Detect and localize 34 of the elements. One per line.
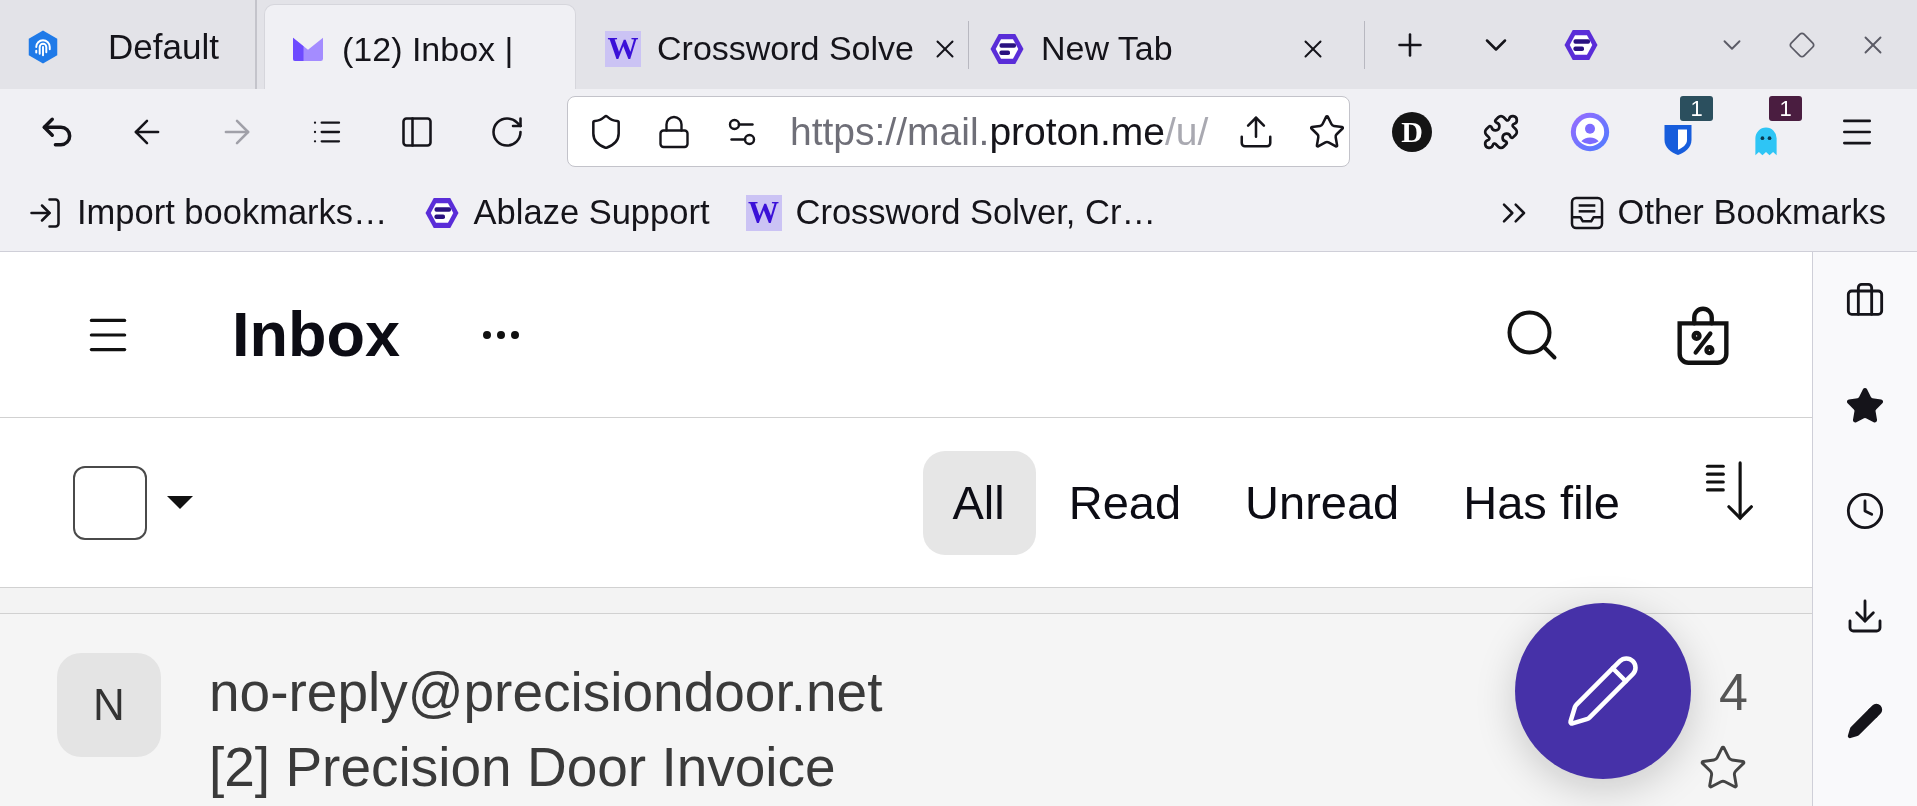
select-all-checkbox[interactable] — [73, 465, 147, 540]
browser-tab[interactable]: W Crossword Solve — [587, 0, 966, 89]
bookmark-item[interactable]: W Crossword Solver, Cr… — [745, 193, 1156, 232]
bookmark-folder[interactable]: Other Bookmarks — [1566, 192, 1886, 233]
star-icon[interactable] — [1308, 112, 1347, 151]
letter-favicon: W — [745, 194, 782, 231]
clock-icon[interactable] — [1845, 491, 1885, 531]
letter-logo[interactable]: D — [1392, 111, 1432, 152]
lock-icon[interactable] — [656, 113, 692, 150]
star-icon[interactable] — [1845, 386, 1885, 426]
page-title: Inbox — [232, 303, 400, 366]
subject-text: [2] Precision Door Invoice — [209, 735, 836, 800]
message-row[interactable]: N no-reply@precisiondoor.net [2] Precision Door Invoice 4 — [0, 614, 1812, 806]
date-text: 4 — [1719, 662, 1748, 723]
letter-favicon: W — [605, 30, 641, 67]
browser-tab[interactable]: New Tab — [971, 0, 1350, 89]
filter-tab[interactable]: All — [922, 450, 1036, 555]
sender-text: no-reply@precisiondoor.net — [209, 660, 883, 725]
address-field[interactable]: https://mail.proton.me/u/ — [567, 96, 1350, 167]
bookmark-item[interactable]: Import bookmarks… — [27, 193, 388, 232]
pencil-icon[interactable] — [1846, 702, 1884, 740]
url-text: https://mail.proton.me/u/ — [790, 109, 1209, 154]
browser-tab[interactable]: (12) Inbox | — [265, 5, 575, 89]
filter-tab[interactable]: Unread — [1215, 450, 1431, 555]
filter-tab[interactable]: Has file — [1433, 450, 1651, 555]
count-badge: 1 — [1769, 95, 1802, 121]
puzzle-icon[interactable] — [1482, 112, 1520, 151]
diamond-icon[interactable] — [1788, 30, 1816, 59]
caret-icon[interactable] — [166, 495, 194, 510]
count-badge: 1 — [1680, 95, 1713, 121]
profile-icon[interactable] — [1570, 111, 1610, 152]
avatar: N — [57, 653, 161, 757]
filter-tab[interactable]: Read — [1038, 450, 1213, 555]
bookmark-item[interactable]: Ablaze Support — [423, 193, 710, 232]
